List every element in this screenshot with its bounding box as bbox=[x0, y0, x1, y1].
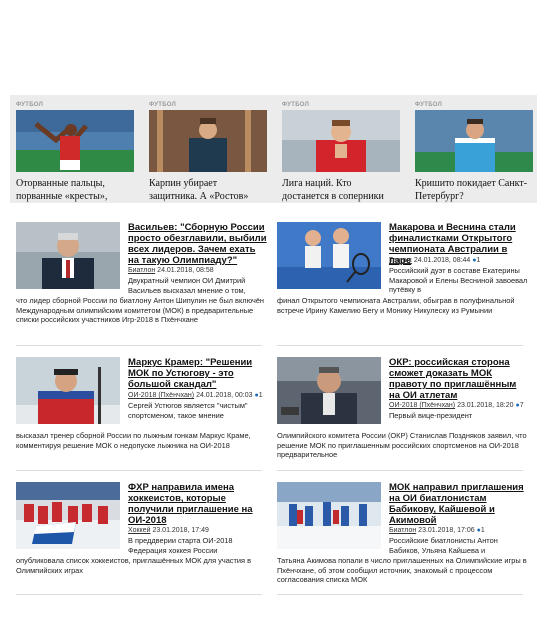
news-date: 23.01.2018, 17:06 bbox=[418, 527, 475, 534]
card-image[interactable] bbox=[415, 110, 533, 172]
news-thumbnail[interactable] bbox=[277, 222, 381, 289]
news-lead: Татьяна Акимова попали в число приглашен… bbox=[277, 556, 527, 585]
news-date: 23.01.2018, 17:49 bbox=[152, 527, 209, 534]
news-date: 24.01.2018, 08:58 bbox=[157, 267, 214, 274]
divider bbox=[16, 470, 262, 471]
news-date: 24.01.2018, 00:03 bbox=[196, 392, 253, 399]
card-title: Оторванные пальцы, порванные «кресты», bbox=[16, 178, 108, 202]
news-lead: В преддверии старта ОИ-2018 Федерация хо… bbox=[128, 536, 233, 555]
card-title: Лига наций. Кто достанется в соперники bbox=[282, 178, 384, 202]
news-lead: Российские биатлонисты Антон Бабиков, Ул… bbox=[389, 536, 498, 555]
card-category: ФУТБОЛ bbox=[415, 102, 443, 108]
news-tag[interactable]: Теннис bbox=[389, 257, 412, 264]
news-meta: ОИ-2018 (Пхёнчхан) 23.01.2018, 18:20 ●7 bbox=[389, 401, 529, 411]
featured-card[interactable]: ФУТБОЛ Карпин убирает защитника. А «Рост… bbox=[149, 101, 267, 203]
news-lead: что лидер сборной России по биатлону Ант… bbox=[16, 296, 265, 325]
card-title: Кришито покидает Санкт-Петербург? bbox=[415, 178, 528, 202]
news-thumbnail[interactable] bbox=[16, 222, 120, 289]
featured-strip: ФУТБОЛ Оторванные пальцы, порванные «кре… bbox=[10, 95, 537, 203]
news-tag[interactable]: ОИ-2018 (Пхёнчхан) bbox=[128, 392, 194, 399]
divider bbox=[16, 345, 262, 346]
news-date: 24.01.2018, 08:44 bbox=[413, 257, 471, 264]
featured-card[interactable]: ФУТБОЛ Лига наций. Кто достанется в сопе… bbox=[282, 101, 400, 203]
news-thumbnail[interactable] bbox=[277, 357, 381, 424]
divider bbox=[277, 470, 523, 471]
news-lead: высказал тренер сборной России по лыжным… bbox=[16, 431, 251, 450]
news-lead: опубликовала список хоккеистов, приглашё… bbox=[16, 556, 251, 575]
news-meta: Биатлон 23.01.2018, 17:06 ●1 bbox=[389, 526, 529, 536]
news-lead: Двукратный чемпион ОИ Дмитрий Васильев в… bbox=[128, 276, 246, 295]
news-lead: Сергей Устюгов является "чистым" спортсм… bbox=[128, 401, 248, 420]
news-tag[interactable]: Биатлон bbox=[128, 267, 155, 274]
news-headline[interactable]: ФХР направила имена хоккеистов, которые … bbox=[128, 482, 268, 526]
news-headline[interactable]: ОКР: российская сторона сможет доказать … bbox=[389, 357, 529, 401]
card-image[interactable] bbox=[149, 110, 267, 172]
card-category: ФУТБОЛ bbox=[149, 102, 177, 108]
featured-card[interactable]: ФУТБОЛ Кришито покидает Санкт-Петербург? bbox=[415, 101, 533, 203]
comment-count: 1 bbox=[476, 257, 481, 264]
news-date: 23.01.2018, 18:20 bbox=[457, 402, 514, 409]
news-lead: Олимпийского комитета России (ОКР) Стани… bbox=[277, 431, 527, 460]
card-image[interactable] bbox=[16, 110, 134, 172]
news-lead: Первый вице-президент bbox=[389, 411, 473, 420]
news-tag[interactable]: Хоккей bbox=[128, 527, 151, 534]
card-category: ФУТБОЛ bbox=[16, 102, 44, 108]
news-thumbnail[interactable] bbox=[277, 482, 381, 549]
news-lead: финал Открытого чемпионата Австралии, об… bbox=[277, 296, 515, 315]
card-category: ФУТБОЛ bbox=[282, 102, 310, 108]
divider bbox=[16, 594, 262, 595]
divider bbox=[277, 345, 523, 346]
news-meta: ОИ-2018 (Пхёнчхан) 24.01.2018, 00:03 ●1 bbox=[128, 391, 268, 401]
divider bbox=[277, 594, 523, 595]
news-tag[interactable]: Биатлон bbox=[389, 527, 416, 534]
featured-card[interactable]: ФУТБОЛ Оторванные пальцы, порванные «кре… bbox=[16, 101, 134, 203]
news-meta: Теннис 24.01.2018, 08:44 ●1 bbox=[389, 256, 529, 266]
news-headline[interactable]: Маркус Крамер: "Решении МОК по Устюгову … bbox=[128, 357, 268, 390]
comment-count: 1 bbox=[258, 392, 263, 399]
news-thumbnail[interactable] bbox=[16, 357, 120, 424]
card-title: Карпин убирает защитника. А «Ростов» bbox=[149, 178, 249, 202]
news-lead: Российский дуэт в составе Екатерины Мака… bbox=[389, 266, 528, 295]
news-meta: Биатлон 24.01.2018, 08:58 bbox=[128, 266, 268, 276]
comment-count: 7 bbox=[519, 402, 524, 409]
news-headline[interactable]: Васильев: "Сборную России просто обезгла… bbox=[128, 222, 268, 266]
news-meta: Хоккей 23.01.2018, 17:49 bbox=[128, 526, 268, 536]
comment-count: 1 bbox=[480, 527, 485, 534]
card-image[interactable] bbox=[282, 110, 400, 172]
news-thumbnail[interactable] bbox=[16, 482, 120, 549]
news-headline[interactable]: МОК направил приглашения на ОИ биатлонис… bbox=[389, 482, 529, 526]
news-tag[interactable]: ОИ-2018 (Пхёнчхан) bbox=[389, 402, 455, 409]
